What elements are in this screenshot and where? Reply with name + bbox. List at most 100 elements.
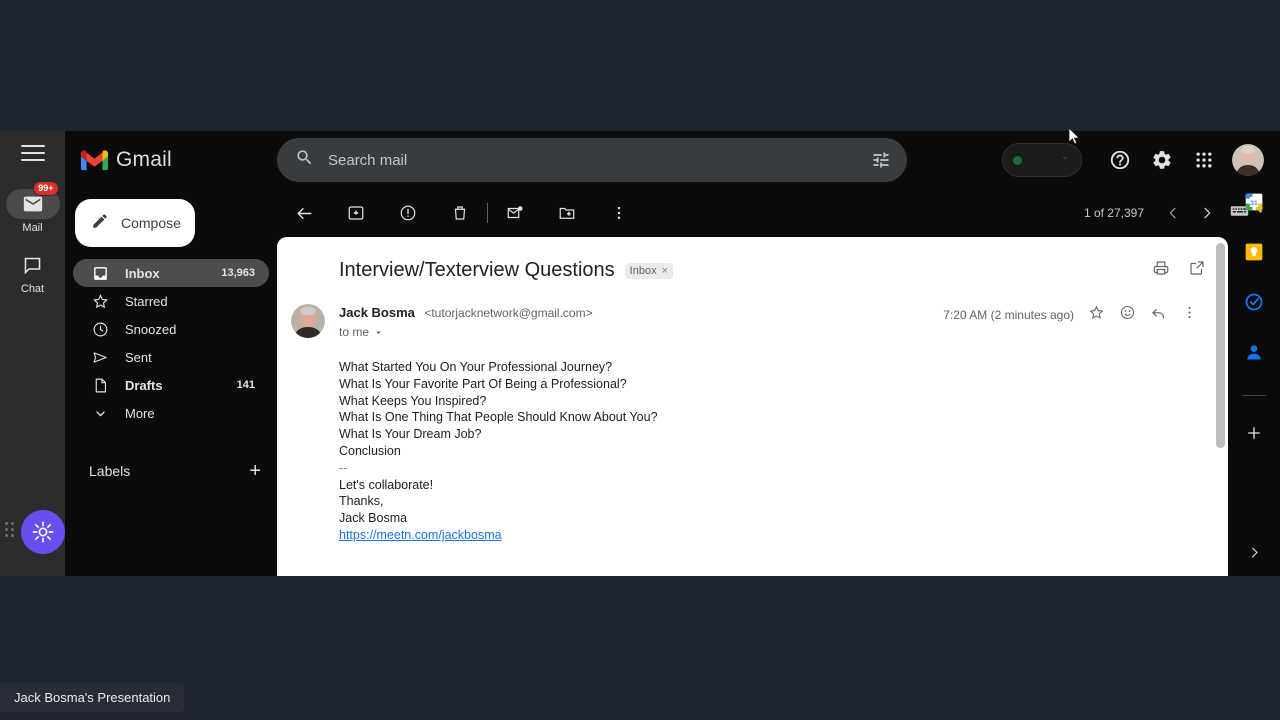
signature-link[interactable]: https://meetn.com/jackbosma <box>339 528 502 542</box>
message-timestamp: 7:20 AM (2 minutes ago) <box>943 308 1074 322</box>
sidebar-item-drafts-count: 141 <box>236 379 255 391</box>
message-body: What Started You On Your Professional Jo… <box>339 359 1198 544</box>
inbox-icon <box>91 265 109 282</box>
side-panel: 31 <box>1228 131 1280 576</box>
scrollbar-thumb[interactable] <box>1216 243 1225 448</box>
svg-text:31: 31 <box>1250 200 1258 207</box>
gmail-main: Gmail Search mail Compose Inbox 13,963 S… <box>65 131 1280 576</box>
pager-count: 1 of 27,397 <box>1083 206 1144 220</box>
body-line: What Keeps You Inspired? <box>339 393 487 408</box>
gmail-header: Gmail Search mail <box>65 131 1280 189</box>
archive-icon[interactable] <box>339 196 373 230</box>
plus-icon[interactable] <box>1243 422 1265 444</box>
body-line: Conclusion <box>339 443 401 458</box>
help-circle-icon[interactable] <box>1102 142 1138 178</box>
sidebar-item-snoozed-label: Snoozed <box>125 321 177 337</box>
drag-dots-icon[interactable] <box>5 522 15 538</box>
mouse-cursor <box>1069 128 1080 145</box>
chevron-right-icon[interactable] <box>1190 196 1224 230</box>
gear-icon[interactable] <box>1144 142 1180 178</box>
sidebar-item-drafts-label: Drafts <box>125 377 163 393</box>
apps-grid-icon[interactable] <box>1186 142 1222 178</box>
draft-file-icon <box>91 377 109 394</box>
report-spam-icon[interactable] <box>391 196 425 230</box>
star-outline-icon[interactable] <box>1088 304 1105 326</box>
search-input[interactable]: Search mail <box>277 138 907 182</box>
google-calendar-icon[interactable]: 31 <box>1243 191 1265 213</box>
gmail-body: Compose Inbox 13,963 Starred Snoozed Sen… <box>65 189 1280 576</box>
labels-section: Labels + <box>89 461 261 481</box>
body-line: What Is One Thing That People Should Kno… <box>339 410 658 425</box>
sidebar: Compose Inbox 13,963 Starred Snoozed Sen… <box>65 189 277 576</box>
print-icon[interactable] <box>1152 259 1170 282</box>
emoji-react-icon[interactable] <box>1119 304 1136 326</box>
google-contacts-icon[interactable] <box>1243 341 1265 363</box>
sidebar-item-starred[interactable]: Starred <box>73 287 269 315</box>
chevron-right-icon[interactable] <box>1247 545 1262 564</box>
screen-share-caption: Jack Bosma's Presentation <box>0 683 185 712</box>
gmail-brand[interactable]: Gmail <box>65 148 277 172</box>
search-placeholder: Search mail <box>328 151 408 169</box>
rail-item-mail[interactable]: 99+ Mail <box>3 181 63 234</box>
page-title: Interview/Texterview Questions <box>339 259 615 281</box>
chevron-down-icon <box>376 331 381 334</box>
signature-dashes: -- <box>339 460 348 475</box>
back-arrow-icon[interactable] <box>287 196 321 230</box>
search-area: Search mail <box>277 138 907 182</box>
side-panel-divider <box>1242 395 1266 396</box>
sidebar-item-drafts[interactable]: Drafts 141 <box>73 371 269 399</box>
signature-line: Jack Bosma <box>339 511 408 526</box>
more-vertical-icon[interactable] <box>1181 304 1198 326</box>
signature-line: Let's collaborate! <box>339 477 434 492</box>
sidebar-item-inbox[interactable]: Inbox 13,963 <box>73 259 269 287</box>
move-to-folder-icon[interactable] <box>550 196 584 230</box>
more-vertical-icon[interactable] <box>602 196 636 230</box>
sidebar-item-starred-label: Starred <box>125 293 168 309</box>
compose-button[interactable]: Compose <box>75 199 195 247</box>
email-scroll-area: Interview/Texterview Questions Inbox × J… <box>277 237 1228 576</box>
rail-item-chat[interactable]: Chat <box>3 250 63 295</box>
recipient-label: to me <box>339 325 370 339</box>
plus-icon[interactable]: + <box>249 461 261 481</box>
sidebar-item-sent-label: Sent <box>125 349 152 365</box>
reading-column: 1 of 27,397 Interview/Texterview Questio… <box>277 189 1280 576</box>
body-line: What Is Your Dream Job? <box>339 427 482 442</box>
sun-burst-icon[interactable] <box>21 510 65 554</box>
google-keep-icon[interactable] <box>1243 241 1265 263</box>
email-top-actions <box>1152 259 1206 282</box>
sender-email: <tutorjacknetwork@gmail.com> <box>424 306 593 320</box>
sidebar-item-sent[interactable]: Sent <box>73 343 269 371</box>
chevron-down-icon <box>91 405 109 422</box>
hamburger-menu-icon[interactable] <box>20 145 45 161</box>
mark-unread-icon[interactable] <box>498 196 532 230</box>
star-icon <box>91 293 109 310</box>
mail-envelope-icon: 99+ <box>5 181 60 219</box>
desktop-background: 99+ Mail Chat Gmail Search mail Compose … <box>0 0 1280 720</box>
open-in-new-icon[interactable] <box>1188 259 1206 282</box>
trash-icon[interactable] <box>443 196 477 230</box>
scrollbar[interactable] <box>1216 243 1225 576</box>
label-chip-inbox[interactable]: Inbox × <box>624 262 674 279</box>
label-chip-text: Inbox <box>629 264 657 277</box>
chevron-left-icon[interactable] <box>1156 196 1190 230</box>
compose-label: Compose <box>121 215 181 231</box>
gmail-window: 99+ Mail Chat Gmail Search mail Compose … <box>0 131 1280 576</box>
close-icon[interactable]: × <box>662 265 668 277</box>
sender-name: Jack Bosma <box>339 305 415 320</box>
signature-link-wrap: https://meetn.com/jackbosma <box>339 527 1198 544</box>
avatar[interactable] <box>291 304 325 338</box>
message-actions: 7:20 AM (2 minutes ago) <box>943 304 1198 326</box>
status-selector[interactable] <box>1002 143 1082 177</box>
gmail-brand-text: Gmail <box>116 148 172 171</box>
send-icon <box>91 349 109 366</box>
search-options-icon[interactable] <box>863 142 899 178</box>
recipient-toggle[interactable]: to me <box>339 325 593 339</box>
clock-icon <box>91 321 109 338</box>
pencil-compose-icon <box>91 212 109 235</box>
sidebar-item-snoozed[interactable]: Snoozed <box>73 315 269 343</box>
google-tasks-icon[interactable] <box>1243 291 1265 313</box>
sidebar-item-more[interactable]: More <box>73 399 269 427</box>
app-rail: 99+ Mail Chat <box>0 131 65 576</box>
mail-unread-badge: 99+ <box>33 181 59 196</box>
reply-arrow-icon[interactable] <box>1150 304 1167 326</box>
